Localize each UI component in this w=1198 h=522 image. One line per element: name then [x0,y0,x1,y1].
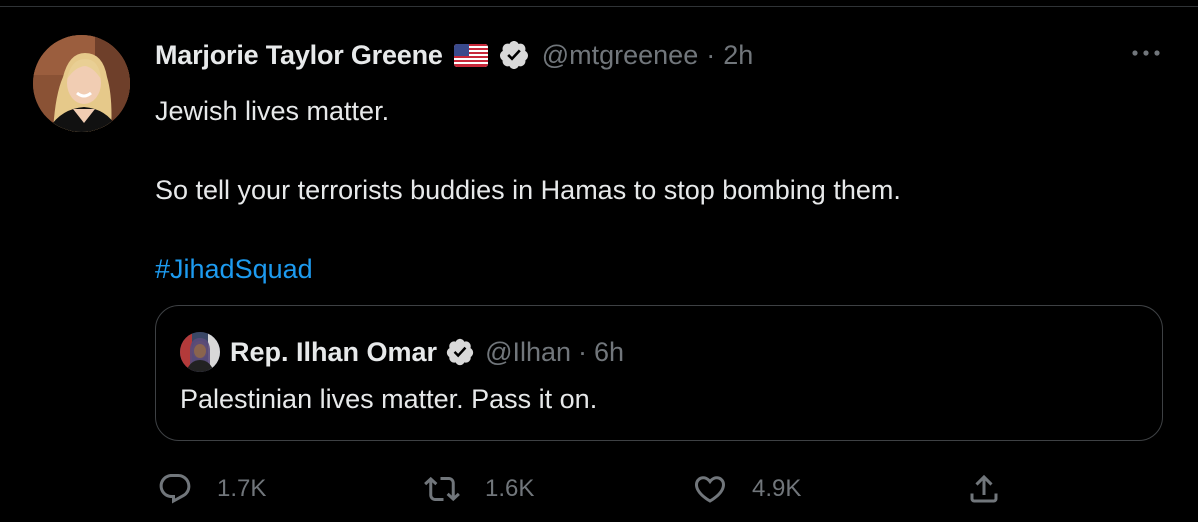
retweet-button[interactable]: 1.6K [423,469,534,509]
verified-badge-icon [498,39,530,71]
like-count: 4.9K [752,475,802,502]
verified-badge-icon [445,337,475,367]
hashtag-link[interactable]: #JihadSquad [155,251,313,287]
quoted-author-name[interactable]: Rep. Ilhan Omar [230,337,437,368]
tweet-timestamp[interactable]: 2h [723,40,753,71]
us-flag-icon [453,43,488,67]
like-button[interactable]: 4.9K [692,469,801,509]
tweet[interactable]: Marjorie Taylor Greene @mtgreenee · 2h J… [0,7,1198,522]
reply-icon [157,471,193,507]
more-options-icon[interactable] [1128,43,1164,63]
tweet-actions: 1.7K 1.6K 4.9K [0,469,1198,509]
tweet-header: Marjorie Taylor Greene @mtgreenee · 2h [155,35,753,75]
separator-dot: · [578,336,588,367]
author-name[interactable]: Marjorie Taylor Greene [155,40,443,71]
quoted-tweet-header: Rep. Ilhan Omar @Ilhan · 6h [180,332,624,372]
tweet-text-line: So tell your terrorists buddies in Hamas… [155,175,901,205]
share-button[interactable] [966,469,1002,509]
heart-icon [692,471,728,507]
reply-count: 1.7K [217,475,267,502]
author-avatar[interactable] [33,35,130,132]
retweet-count: 1.6K [485,475,535,502]
reply-button[interactable]: 1.7K [157,469,266,509]
author-handle[interactable]: @mtgreenee [542,40,699,71]
tweet-text-line: Jewish lives matter. [155,96,390,126]
quoted-tweet[interactable]: Rep. Ilhan Omar @Ilhan · 6h Palestinian … [155,305,1163,441]
quoted-tweet-text: Palestinian lives matter. Pass it on. [180,384,598,414]
quoted-tweet-timestamp[interactable]: 6h [594,337,624,368]
quoted-author-avatar [180,332,220,372]
share-icon [966,471,1002,507]
separator-dot: · [706,39,716,70]
quoted-author-handle[interactable]: @Ilhan [485,337,571,368]
retweet-icon [423,471,461,507]
